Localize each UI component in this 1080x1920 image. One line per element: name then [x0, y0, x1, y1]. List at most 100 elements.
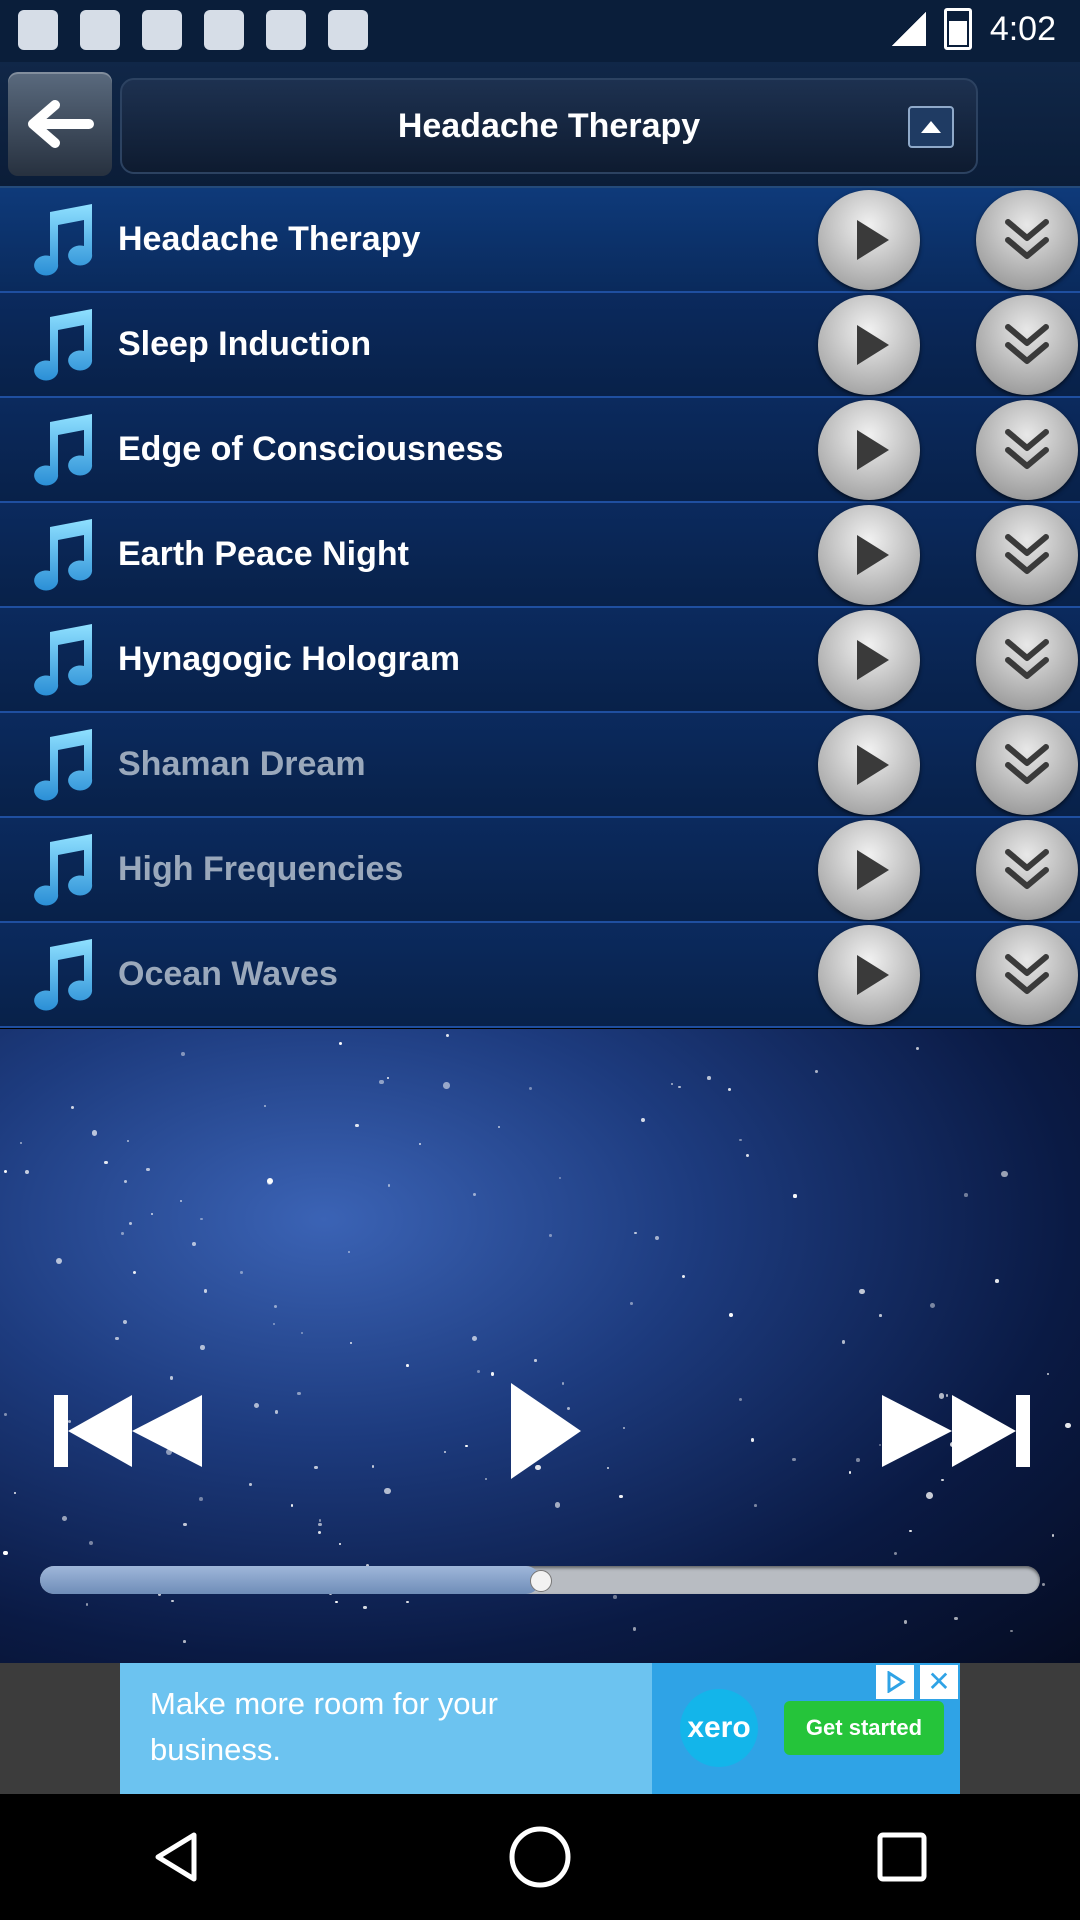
music-note-icon [34, 519, 93, 591]
star [350, 1342, 353, 1345]
star [338, 1042, 342, 1046]
star [387, 1184, 390, 1187]
recents-icon[interactable] [872, 1827, 932, 1887]
track-row[interactable]: Shaman Dream [0, 713, 1080, 818]
star [249, 1483, 253, 1486]
progress-knob[interactable] [530, 1570, 552, 1592]
skip-back-button[interactable] [52, 1391, 212, 1471]
track-expand-button[interactable] [976, 400, 1078, 500]
ad-cta-button[interactable]: Get started [784, 1701, 944, 1755]
track-row[interactable]: Earth Peace Night [0, 503, 1080, 608]
star [338, 1542, 342, 1546]
star [25, 1169, 30, 1174]
star [418, 1143, 421, 1146]
track-expand-button[interactable] [976, 715, 1078, 815]
track-play-button[interactable] [818, 400, 920, 500]
ad-close-icon[interactable]: ✕ [920, 1665, 958, 1699]
chevron-double-down-icon [1005, 849, 1049, 889]
star [446, 1034, 450, 1038]
collapse-button[interactable] [908, 106, 954, 148]
star [619, 1495, 623, 1499]
square-icon [142, 10, 182, 50]
track-expand-button[interactable] [976, 925, 1078, 1025]
track-play-button[interactable] [818, 820, 920, 920]
star [406, 1600, 409, 1604]
star [272, 1322, 276, 1326]
star [121, 1232, 124, 1236]
star [379, 1079, 384, 1084]
music-note-icon [34, 414, 93, 486]
ad-info-icon[interactable] [876, 1665, 914, 1699]
track-row[interactable]: Sleep Induction [0, 293, 1080, 398]
back-button[interactable] [8, 72, 112, 176]
track-row[interactable]: Edge of Consciousness [0, 398, 1080, 503]
star [89, 1541, 94, 1545]
signal-icon [891, 12, 926, 46]
page-title: Headache Therapy [397, 106, 701, 145]
track-play-button[interactable] [818, 925, 920, 1025]
track-row[interactable]: High Frequencies [0, 818, 1080, 923]
grid-icon [80, 10, 120, 50]
track-play-button[interactable] [818, 295, 920, 395]
play-icon [511, 1383, 581, 1479]
satellite-icon [328, 10, 368, 50]
star [630, 1302, 633, 1306]
track-expand-button[interactable] [976, 820, 1078, 920]
back-icon[interactable] [148, 1827, 208, 1887]
star [55, 1257, 62, 1264]
star [314, 1465, 319, 1470]
chevron-double-down-icon [1005, 429, 1049, 469]
ad-content[interactable]: Make more room for your business. xero G… [120, 1663, 960, 1794]
navigation-bar [0, 1794, 1080, 1920]
star [290, 1504, 294, 1507]
track-row[interactable]: Ocean Waves [0, 923, 1080, 1028]
skip-forward-button[interactable] [872, 1391, 1032, 1471]
player-area [0, 1029, 1080, 1663]
track-play-button[interactable] [818, 190, 920, 290]
chevron-double-down-icon [1005, 219, 1049, 259]
chevron-double-down-icon [1005, 744, 1049, 784]
star [856, 1458, 860, 1462]
star [91, 1130, 98, 1136]
track-row[interactable]: Hynagogic Hologram [0, 608, 1080, 713]
chevron-double-down-icon [1005, 324, 1049, 364]
star [497, 1126, 500, 1129]
star [681, 1274, 686, 1279]
star [792, 1457, 796, 1462]
star [274, 1410, 279, 1414]
star [954, 1616, 958, 1620]
star [925, 1492, 933, 1500]
star [182, 1522, 187, 1527]
arrow-left-icon [28, 100, 94, 148]
star [3, 1413, 7, 1417]
star [904, 1620, 908, 1624]
star [548, 1233, 552, 1237]
track-play-button[interactable] [818, 715, 920, 815]
star [728, 1088, 732, 1092]
play-icon [857, 640, 889, 680]
star [198, 1496, 203, 1501]
track-expand-button[interactable] [976, 295, 1078, 395]
track-name: Edge of Consciousness [118, 430, 504, 468]
star [318, 1523, 322, 1527]
track-expand-button[interactable] [976, 190, 1078, 290]
info-icon [266, 10, 306, 50]
track-name: Shaman Dream [118, 745, 366, 783]
main-play-button[interactable] [505, 1379, 585, 1483]
star [841, 1340, 846, 1344]
star [1010, 1630, 1013, 1633]
star [848, 1471, 851, 1474]
star [183, 1640, 186, 1643]
star [129, 1221, 133, 1225]
track-row[interactable]: Headache Therapy [0, 188, 1080, 293]
star [606, 1466, 609, 1469]
home-icon[interactable] [505, 1822, 575, 1892]
track-play-button[interactable] [818, 505, 920, 605]
track-play-button[interactable] [818, 610, 920, 710]
progress-slider[interactable] [40, 1566, 1040, 1594]
track-expand-button[interactable] [976, 505, 1078, 605]
star [443, 1451, 446, 1454]
track-expand-button[interactable] [976, 610, 1078, 710]
triangle-up-icon [921, 121, 941, 133]
star [528, 1086, 532, 1091]
